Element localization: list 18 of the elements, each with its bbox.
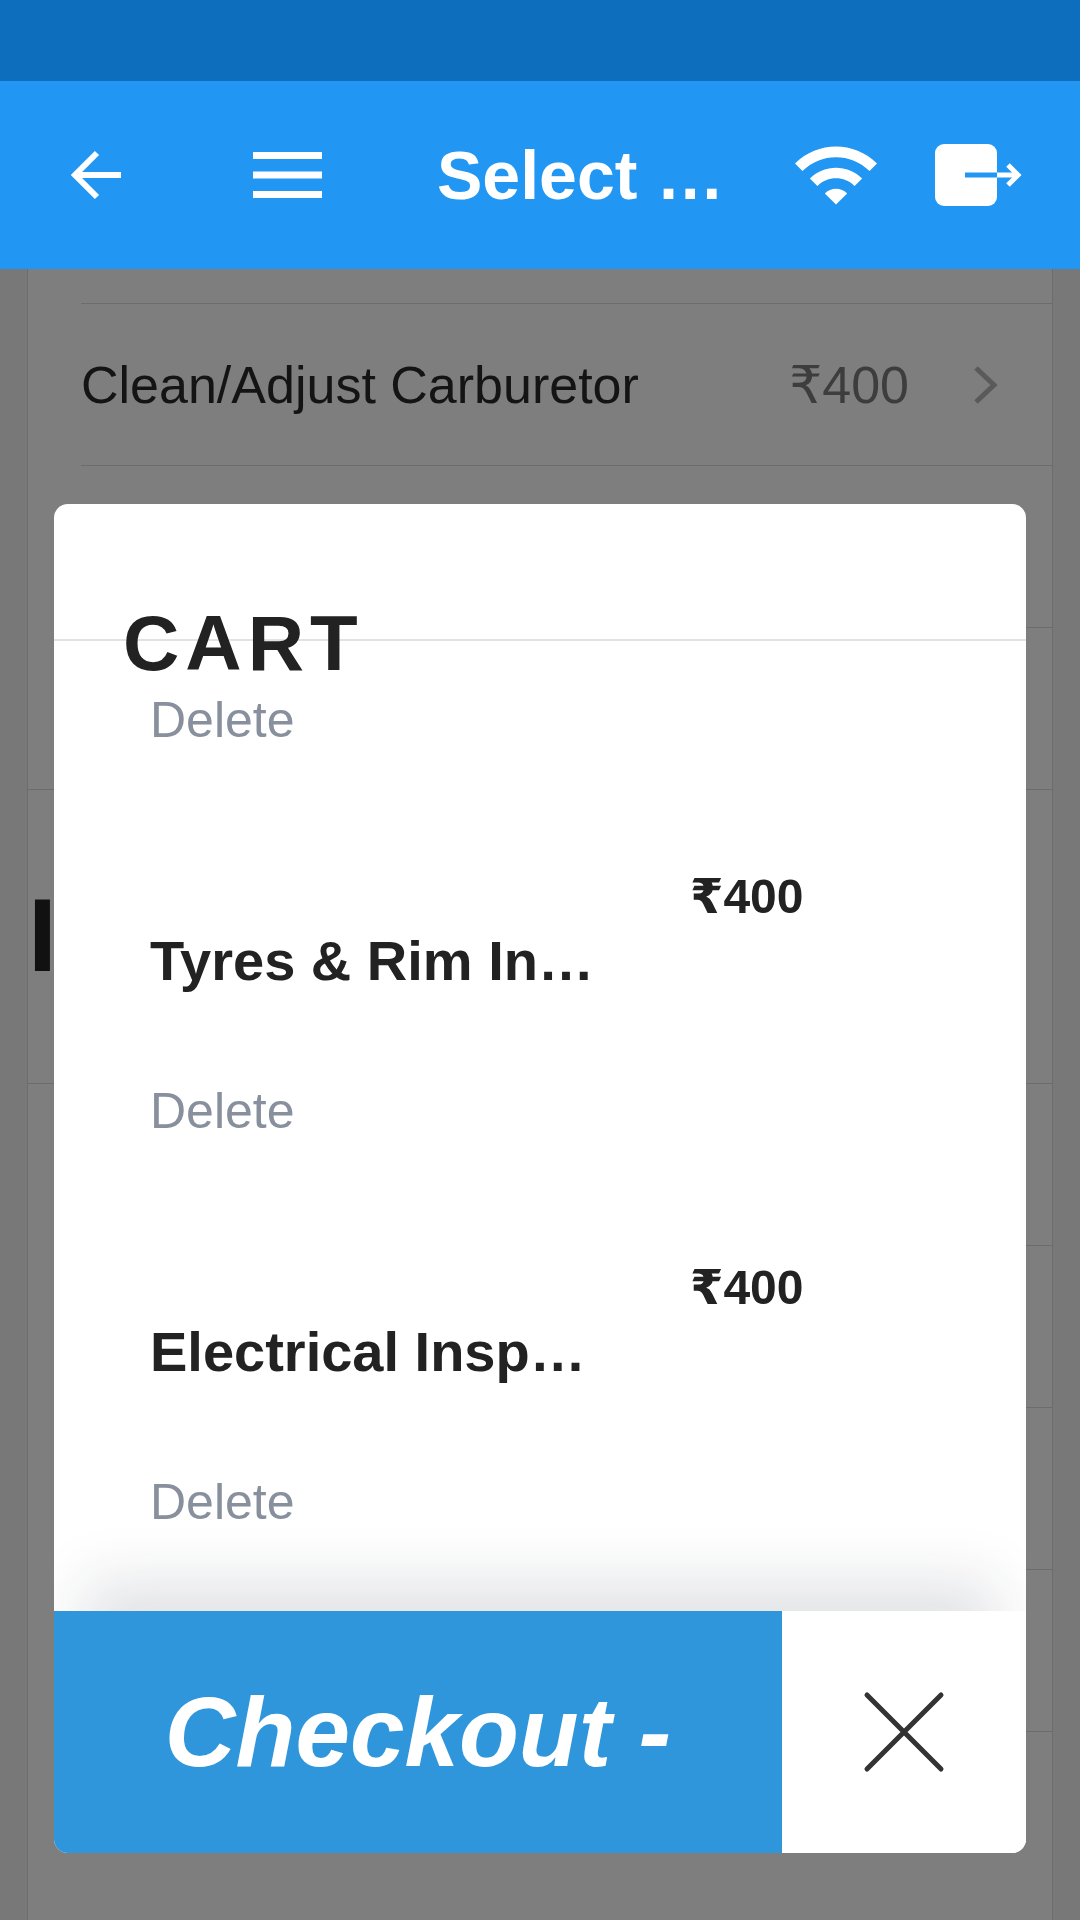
section-heading: I [28,876,57,995]
close-icon[interactable] [863,1691,945,1773]
item-price: ₹400 [690,869,804,925]
delete-link[interactable]: Delete [150,1472,295,1532]
wifi-icon [795,145,877,205]
chevron-right-icon [972,364,999,405]
page-title: Select … [437,136,725,215]
checkout-button[interactable]: Checkout - [54,1611,782,1853]
item-name: Electrical Insp… [150,1319,586,1385]
item-name: Tyres & Rim In… [150,928,594,994]
service-price: ₹400 [789,354,909,416]
service-name: Clean/Adjust Carburetor [81,354,640,416]
item-price: ₹400 [690,1260,804,1316]
delete-link[interactable]: Delete [150,1081,295,1141]
menu-icon[interactable] [253,152,322,198]
delete-link[interactable]: Delete [150,690,295,750]
logout-icon[interactable] [935,144,1023,206]
cart-title: CART [123,598,364,689]
